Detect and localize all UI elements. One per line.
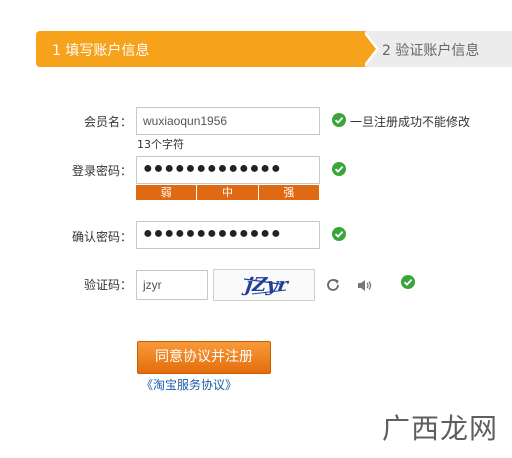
captcha-image[interactable]: jZyr [213, 269, 315, 301]
username-char-count: 13个字符 [137, 138, 184, 151]
check-icon [332, 113, 346, 127]
step-arrow [362, 31, 376, 67]
username-status-text: 一旦注册成功不能修改 [350, 115, 471, 129]
speaker-icon[interactable] [357, 278, 373, 293]
strength-medium: 中 [197, 185, 259, 200]
username-label: 会员名： [83, 115, 132, 129]
strength-strong: 强 [283, 186, 295, 199]
step-1-label: 1 填写账户信息 [52, 43, 150, 59]
registration-steps: 1 填写账户信息 2 验证账户信息 [36, 31, 512, 67]
password-label: 登录密码： [71, 164, 132, 178]
check-icon [332, 162, 346, 176]
confirm-password-label: 确认密码： [71, 230, 132, 244]
check-icon [332, 227, 346, 241]
step-2-label: 2 验证账户信息 [382, 43, 480, 59]
captcha-label: 验证码： [83, 278, 132, 292]
refresh-icon[interactable] [325, 277, 341, 293]
service-agreement-link[interactable]: 《淘宝服务协议》 [141, 376, 237, 393]
captcha-image-graphic: jZyr [240, 273, 291, 296]
agree-and-register-button[interactable]: 同意协议并注册 [137, 341, 271, 374]
confirm-password-input[interactable]: ●●●●●●●●●●●●● [136, 221, 320, 249]
captcha-input[interactable]: jzyr [136, 270, 208, 300]
username-input[interactable]: wuxiaoqun1956 [136, 107, 320, 135]
password-strength-meter: 弱 中 强 [136, 185, 319, 200]
password-input[interactable]: ●●●●●●●●●●●●● [136, 156, 320, 184]
check-icon [401, 275, 415, 289]
strength-weak: 弱 [136, 185, 198, 200]
watermark-logo: 广西龙网 [382, 412, 499, 445]
